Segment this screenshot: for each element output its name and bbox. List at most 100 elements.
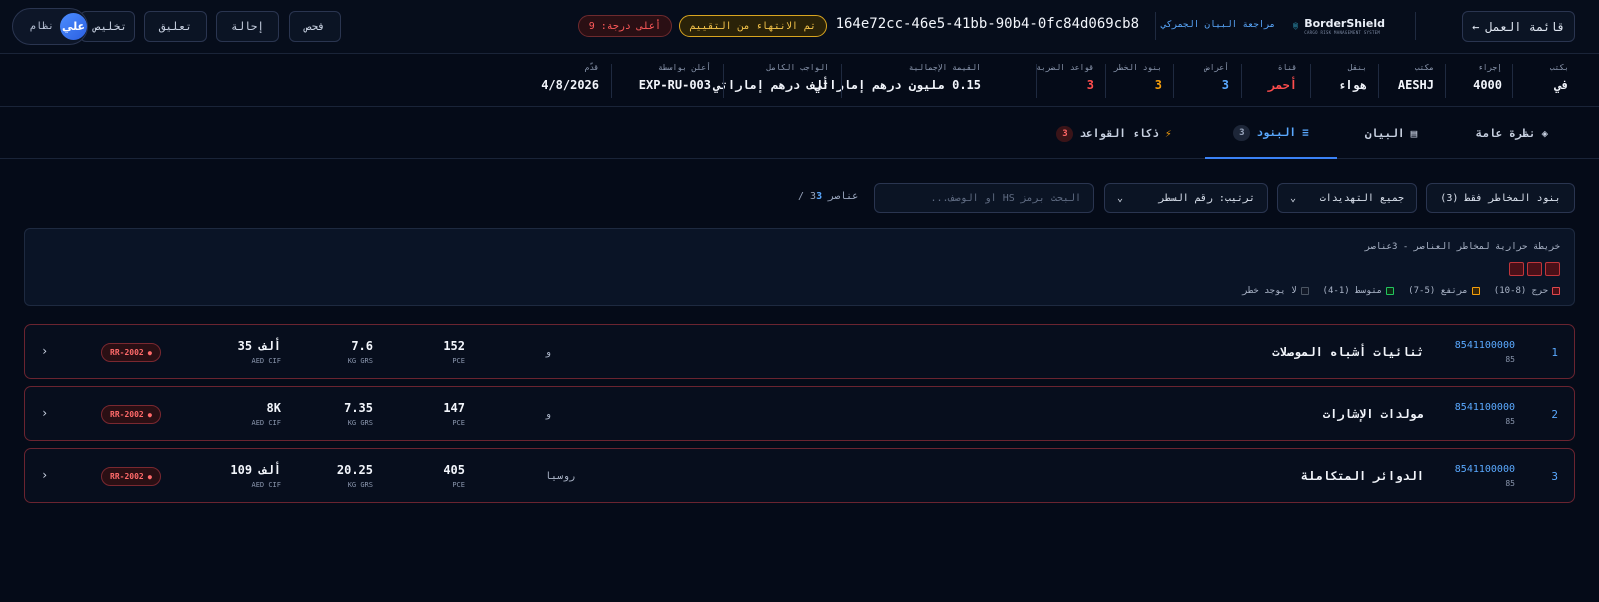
item-origin: و [545, 409, 552, 420]
table-row[interactable]: 1 8541100000 85 ثنائيات أشباه الموصلات و 152 P… [24, 324, 1575, 379]
chevron-down-icon: ⌄ [1290, 192, 1297, 204]
item-quantity: 152 PCE [425, 339, 465, 365]
meta-label: إجراء [1477, 63, 1502, 72]
tab-overview[interactable]: ◈ نظرة عامة [1457, 108, 1567, 159]
heatmap-cell[interactable] [1545, 262, 1560, 276]
status-badge: تم الانتهاء من التقييم [678, 15, 827, 37]
item-value: 8K AED CIF [211, 401, 281, 427]
weight-unit: KG GRS [347, 481, 373, 489]
heatmap-cell[interactable] [1509, 262, 1524, 276]
rule-badge[interactable]: RR-2002 ● [101, 343, 161, 362]
refer-button[interactable]: إحالة [216, 11, 279, 42]
heatmap-legend: حرج (8-10) مرتفع (5-7) متوسط (1-4) لا يو… [1242, 286, 1560, 296]
divider [1445, 64, 1446, 98]
sort-select[interactable]: ترتيب: رقم السطر ⌄ [1104, 183, 1268, 213]
item-origin: روسيا [545, 471, 576, 482]
value-unit: AED CIF [251, 357, 281, 365]
meta-value: ألف درهم إماراتي [713, 78, 829, 92]
value-amount: 35 ألف [237, 339, 281, 353]
quantity-unit: PCE [452, 481, 465, 489]
line-number: 3 [1551, 470, 1558, 483]
heatmap-cells [1509, 262, 1560, 276]
weight-value: 7.6 [351, 339, 373, 353]
user-name: نظام [29, 21, 54, 32]
item-weight: 7.35 KG GRS [315, 401, 373, 427]
legend-medium: متوسط (1-4) [1323, 286, 1395, 296]
meta-value: في [1554, 78, 1569, 92]
value-unit: AED CIF [251, 419, 281, 427]
dot-icon: ● [147, 348, 152, 357]
item-count-shown: 3 [816, 191, 823, 202]
meta-field: مكتب AESHJ [1398, 63, 1434, 99]
hs-chapter: 85 [1505, 479, 1515, 488]
divider [1310, 64, 1311, 98]
declaration-meta-strip: بكتب في إجراء 4000 مكتب AESHJ بنقل هواء قناة أحمر… [0, 55, 1599, 107]
legend-none: لا يوجد خطر [1242, 286, 1309, 296]
worklist-menu-button[interactable]: قائمة العمل ← [1462, 11, 1575, 42]
chevron-expand-icon[interactable]: ‹ [41, 344, 48, 358]
meta-field: قناة أحمر [1268, 63, 1297, 99]
meta-field: أعلن بواسطة EXP-RU-003 [639, 63, 711, 99]
tab-items[interactable]: ≡ البنود 3 [1205, 108, 1337, 159]
meta-value: 4000 [1473, 78, 1502, 92]
divider [723, 64, 724, 98]
inspect-button[interactable]: فحص [289, 11, 341, 42]
divider [1036, 64, 1037, 98]
meta-field: الواجب الكامل ألف درهم إماراتي [713, 63, 829, 99]
risk-items-only-toggle[interactable]: بنود المخاطر فقط (3) [1426, 183, 1575, 213]
dot-icon: ● [147, 472, 152, 481]
item-description: مولدات الإشارات [1322, 407, 1424, 421]
search-input[interactable] [874, 183, 1094, 213]
item-value: 109 ألف AED CIF [211, 463, 281, 489]
hold-button[interactable]: تعليق [144, 11, 207, 42]
item-description: ثنائيات أشباه الموصلات [1272, 345, 1424, 359]
rule-badge[interactable]: RR-2002 ● [101, 467, 161, 486]
meta-value: أحمر [1268, 78, 1297, 92]
logo-subtitle: CARGO RISK MANAGEMENT SYSTEM [1304, 30, 1381, 35]
page-subtitle: مراجعة البيان الجمركي [1161, 20, 1275, 30]
tab-label: ذكاء القواعد [1079, 127, 1159, 140]
weight-value: 20.25 [336, 463, 373, 477]
meta-field: بنود الخطر 3 [1114, 63, 1162, 99]
divider [841, 64, 842, 98]
item-count: / 3عناصر 3 [798, 191, 858, 202]
toggle-label: بنود المخاطر فقط (3) [1440, 192, 1561, 204]
threat-filter-select[interactable]: جميع التهديدات ⌄ [1277, 183, 1417, 213]
quantity-value: 405 [443, 463, 465, 477]
avatar: علي [60, 13, 87, 40]
tab-manifest[interactable]: ▤ البيان [1341, 108, 1441, 159]
clear-button[interactable]: تخليص [80, 11, 135, 42]
hs-chapter: 85 [1505, 417, 1515, 426]
top-header: قائمة العمل ← BorderShield CARGO RISK MA… [0, 0, 1599, 54]
hs-code-value: 8541100000 [1454, 340, 1515, 351]
rule-badge[interactable]: RR-2002 ● [101, 405, 161, 424]
item-quantity: 405 PCE [425, 463, 465, 489]
meta-field: القيمة الإجمالية 0.15 مليون درهم إماراتي [815, 63, 981, 99]
item-weight: 20.25 KG GRS [315, 463, 373, 489]
heatmap-cell[interactable] [1527, 262, 1542, 276]
table-row[interactable]: 2 8541100000 85 مولدات الإشارات و 147 PCE 7.35 K… [24, 386, 1575, 441]
value-unit: AED CIF [251, 481, 281, 489]
item-weight: 7.6 KG GRS [315, 339, 373, 365]
meta-field: إجراء 4000 [1473, 63, 1502, 99]
meta-label: قناة [1277, 63, 1297, 72]
user-menu[interactable]: علي نظام [12, 8, 88, 45]
chevron-expand-icon[interactable]: ‹ [41, 468, 48, 482]
chevron-expand-icon[interactable]: ‹ [41, 406, 48, 420]
hs-code: 8541100000 85 [1455, 402, 1515, 426]
table-row[interactable]: 3 8541100000 85 الدوائر المتكاملة روسيا 405 PC… [24, 448, 1575, 503]
legend-label: متوسط (1-4) [1322, 286, 1383, 296]
document-icon: ▤ [1410, 127, 1418, 140]
tab-rules-intelligence[interactable]: ⚡ ذكاء القواعد 3 [1039, 108, 1189, 159]
arrow-left-icon: ← [1472, 19, 1480, 34]
item-quantity: 147 PCE [425, 401, 465, 427]
divider [1378, 64, 1379, 98]
quantity-value: 147 [443, 401, 465, 415]
divider [1512, 64, 1513, 98]
tab-count: 3 [1233, 124, 1251, 141]
quantity-value: 152 [443, 339, 465, 353]
rule-code: RR-2002 [110, 410, 144, 419]
meta-label: قدّم [584, 63, 599, 72]
tab-label: البيان [1364, 127, 1405, 140]
legend-label: مرتفع (5-7) [1408, 286, 1468, 296]
